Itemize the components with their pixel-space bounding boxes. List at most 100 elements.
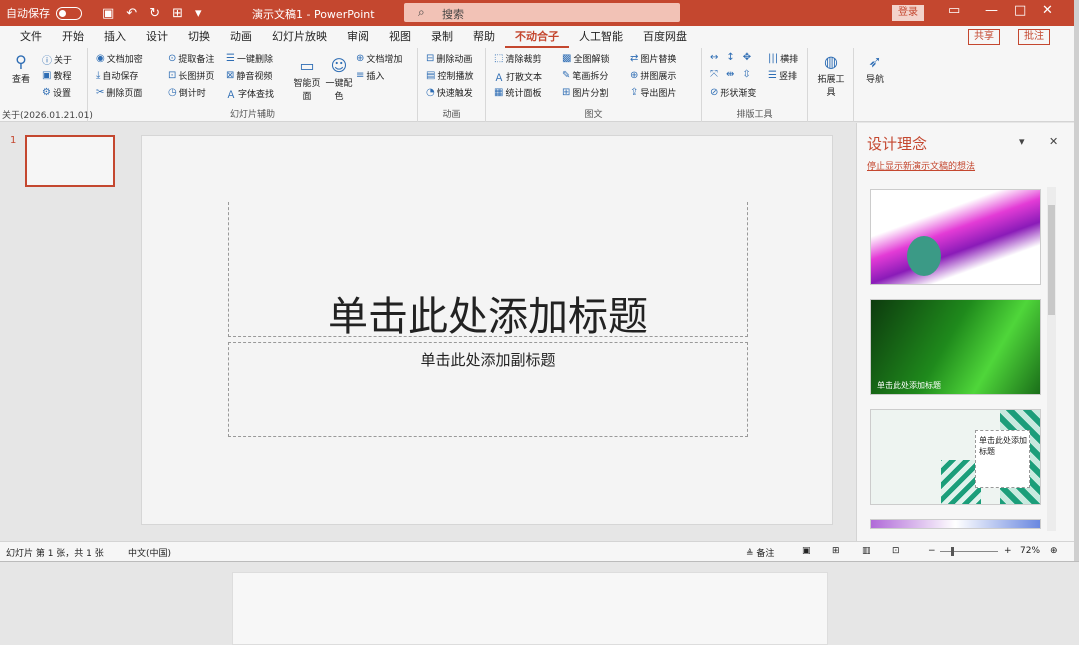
split-text-button[interactable]: Ａ 打散文本 xyxy=(494,69,542,84)
language[interactable]: 中文(中国) xyxy=(128,546,171,559)
delete-animation-button[interactable]: ⊟ 删除动画 xyxy=(426,52,472,65)
long-image-button[interactable]: ⊡ 长图拼页 xyxy=(168,69,214,82)
tab-insert[interactable]: 插入 xyxy=(94,26,136,48)
slide-canvas-area: 单击此处添加标题 单击此处添加副标题 xyxy=(130,123,856,541)
doc-plus-icon: ⊕ xyxy=(356,53,365,64)
tab-animations[interactable]: 动画 xyxy=(220,26,262,48)
tab-view[interactable]: 视图 xyxy=(379,26,421,48)
tab-review[interactable]: 审阅 xyxy=(337,26,379,48)
tab-help[interactable]: 帮助 xyxy=(463,26,505,48)
export-image-button[interactable]: ⇪ 导出图片 xyxy=(630,86,676,99)
extract-notes-button[interactable]: ⊙ 提取备注 xyxy=(168,52,214,65)
tab-addin[interactable]: 不动合子 xyxy=(505,26,569,48)
close-icon[interactable]: ✕ xyxy=(1042,3,1053,18)
align-row-1[interactable]: ↔ ↕ ✥ xyxy=(710,52,751,63)
slideshow-view-icon[interactable]: ⊡ xyxy=(892,546,900,556)
unlock-all-button[interactable]: ▩ 全图解锁 xyxy=(562,52,609,65)
download-icon: ⤓ xyxy=(96,70,101,81)
design-blob xyxy=(907,236,941,276)
puzzle-show-button[interactable]: ⊕ 拼图展示 xyxy=(630,69,676,82)
zoom-level[interactable]: 72% xyxy=(1020,546,1040,556)
fit-slide-icon[interactable]: ⊕ xyxy=(1050,546,1058,556)
zoom-in-icon[interactable]: + xyxy=(1004,546,1012,556)
search-box[interactable]: ⌕ 搜索 xyxy=(404,3,680,22)
control-play-button[interactable]: ▤ 控制播放 xyxy=(426,69,473,82)
share-button[interactable]: 共享 xyxy=(968,29,1000,45)
minimize-icon[interactable]: — xyxy=(985,3,998,18)
subtitle-placeholder[interactable]: 单击此处添加副标题 xyxy=(228,342,748,437)
tab-design[interactable]: 设计 xyxy=(136,26,178,48)
tab-file[interactable]: 文件 xyxy=(10,26,52,48)
slide-thumbnail[interactable] xyxy=(25,135,115,187)
quick-trigger-button[interactable]: ◔ 快速触发 xyxy=(426,86,473,99)
countdown-button[interactable]: ◷ 倒计时 xyxy=(168,86,206,99)
image-split-button[interactable]: ⊞ 图片分割 xyxy=(562,86,608,99)
one-click-delete-button[interactable]: ☰ 一键删除 xyxy=(226,52,273,65)
zoom-slider[interactable] xyxy=(940,547,998,556)
designer-scrollbar[interactable] xyxy=(1047,187,1056,531)
present-icon[interactable]: ⊞ xyxy=(172,6,183,21)
zoom-knob[interactable] xyxy=(951,547,954,556)
slide[interactable]: 单击此处添加标题 单击此处添加副标题 xyxy=(141,135,833,525)
shape-gradient-button[interactable]: ⊘ 形状渐变 xyxy=(710,86,756,99)
reading-view-icon[interactable]: ▥ xyxy=(862,546,871,556)
settings-button[interactable]: ⚙ 设置 xyxy=(42,86,71,99)
vertical-button[interactable]: ☰ 竖排 xyxy=(768,69,797,82)
normal-view-icon[interactable]: ▣ xyxy=(802,546,811,556)
scrollbar-thumb[interactable] xyxy=(1048,205,1055,315)
design-idea-4[interactable] xyxy=(870,519,1041,529)
navigation-button[interactable]: ➶ 导航 xyxy=(860,52,890,85)
undo-icon[interactable]: ↶ xyxy=(126,6,137,21)
design-idea-3[interactable]: 单击此处添加标题 xyxy=(870,409,1041,505)
pane-options-icon[interactable]: ▾ xyxy=(1019,135,1025,148)
tutorial-button[interactable]: ▣ 教程 xyxy=(42,69,71,82)
one-click-color-button[interactable]: ☺ 一键配色 xyxy=(324,56,354,102)
autosave-button[interactable]: ⤓ 自动保存 xyxy=(96,69,138,82)
notes-button[interactable]: ≜ 备注 xyxy=(746,546,774,559)
maximize-icon[interactable]: □ xyxy=(1014,3,1026,18)
encrypt-button[interactable]: ◉ 文档加密 xyxy=(96,52,143,65)
group-label-animation: 动画 xyxy=(442,110,461,120)
autosave-toggle[interactable] xyxy=(56,6,82,20)
delete-page-button[interactable]: ✂ 删除页面 xyxy=(96,86,142,99)
clear-crop-button[interactable]: ⬚ 清除裁剪 xyxy=(494,52,541,65)
font-find-button[interactable]: Ａ 字体查找 xyxy=(226,86,274,101)
tab-transitions[interactable]: 切换 xyxy=(178,26,220,48)
mute-video-button[interactable]: ⊠ 静音视频 xyxy=(226,69,272,82)
magnifier-icon: ⚲ xyxy=(15,52,27,71)
tab-home[interactable]: 开始 xyxy=(52,26,94,48)
stroke-icon: ✎ xyxy=(562,70,571,81)
smart-page-button[interactable]: ▭ 智能页面 xyxy=(292,56,322,102)
title-placeholder[interactable]: 单击此处添加标题 xyxy=(228,202,748,340)
horizontal-button[interactable]: ||| 横排 xyxy=(768,52,798,65)
ribbon-display-icon[interactable]: ▭ xyxy=(948,3,960,18)
about-button[interactable]: ⓘ 关于 xyxy=(42,52,72,67)
tab-slideshow[interactable]: 幻灯片放映 xyxy=(262,26,337,48)
gradient-icon: ⊘ xyxy=(710,87,719,98)
stop-showing-link[interactable]: 停止显示新演示文稿的想法 xyxy=(867,159,975,172)
login-button[interactable]: 登录 xyxy=(892,5,924,21)
stats-panel-button[interactable]: ▦ 统计面板 xyxy=(494,86,541,99)
tab-record[interactable]: 录制 xyxy=(421,26,463,48)
hbar-icon: ☰ xyxy=(768,70,777,81)
customize-icon[interactable]: ▾ xyxy=(195,6,202,21)
image-replace-button[interactable]: ⇄ 图片替换 xyxy=(630,52,676,65)
vbar-icon: ||| xyxy=(768,53,779,64)
pane-close-icon[interactable]: ✕ xyxy=(1049,135,1058,148)
design-idea-1[interactable]: 单击此处添加标题 xyxy=(870,189,1041,285)
view-button[interactable]: ⚲ 查看 xyxy=(8,52,34,85)
extend-tools-button[interactable]: ◍ 拓展工具 xyxy=(816,52,846,98)
export-icon: ⇪ xyxy=(630,87,639,98)
save-icon[interactable]: ▣ xyxy=(102,6,114,21)
stroke-split-button[interactable]: ✎ 笔画拆分 xyxy=(562,69,608,82)
redo-icon[interactable]: ↻ xyxy=(149,6,160,21)
tab-ai[interactable]: 人工智能 xyxy=(569,26,633,48)
zoom-out-icon[interactable]: − xyxy=(928,546,936,556)
insert-dropdown[interactable]: ≡ 插入 xyxy=(356,69,384,82)
sorter-view-icon[interactable]: ⊞ xyxy=(832,546,840,556)
align-row-2[interactable]: ⤧ ⇹ ⇳ xyxy=(710,69,751,80)
doc-add-button[interactable]: ⊕ 文档增加 xyxy=(356,52,402,65)
design-idea-2[interactable]: 单击此处添加标题 xyxy=(870,299,1041,395)
tab-baidu[interactable]: 百度网盘 xyxy=(633,26,697,48)
comment-button[interactable]: 批注 xyxy=(1018,29,1050,45)
